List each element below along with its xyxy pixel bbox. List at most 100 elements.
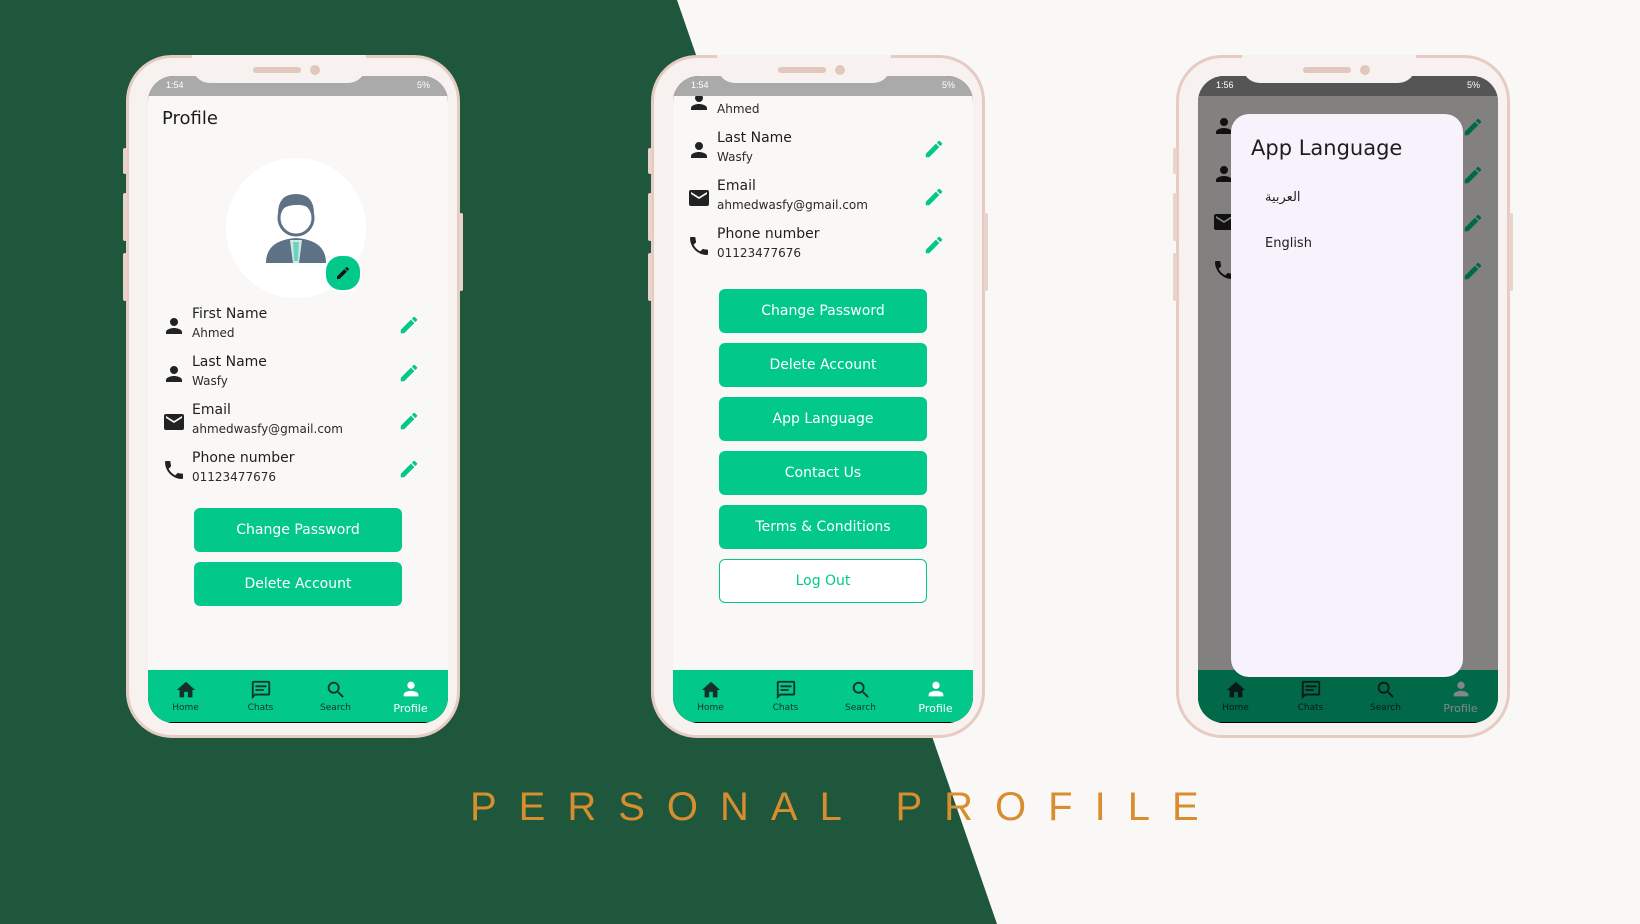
nav-label: Search	[845, 703, 876, 713]
phone-icon	[165, 461, 183, 479]
field-value: Ahmed	[192, 326, 235, 340]
system-nav-bar: ☰ ▢ ◁	[673, 722, 973, 723]
field-label: Email	[717, 178, 756, 194]
nav-label: Chats	[772, 703, 799, 713]
field-phone: Phone number 01123477676	[162, 448, 434, 492]
nav-label: Chats	[247, 703, 274, 713]
field-email: Email ahmedwasfy@gmail.com	[687, 176, 959, 220]
edit-pencil-icon[interactable]	[398, 362, 420, 384]
app-language-dialog: App Language العربية English	[1231, 114, 1463, 677]
battery-level: 5%	[416, 80, 430, 90]
phone-profile: 1:54 5% Profile First Name Ahmed Last Na…	[123, 55, 463, 738]
person-icon	[691, 142, 707, 158]
screen: 1:54 5% Profile First Name Ahmed Last Na…	[148, 76, 448, 723]
field-value: Wasfy	[192, 374, 228, 388]
nav-chats[interactable]: Chats	[748, 670, 823, 722]
battery-level: 5%	[1466, 80, 1480, 90]
search-icon	[327, 681, 344, 698]
mail-icon	[164, 414, 184, 430]
dialog-title: App Language	[1251, 136, 1403, 160]
nav-label: Home	[697, 703, 724, 713]
delete-account-button[interactable]: Delete Account	[194, 562, 402, 606]
field-value: 01123477676	[717, 246, 801, 260]
field-label: Phone number	[717, 226, 820, 242]
log-out-button[interactable]: Log Out	[719, 559, 927, 603]
nav-search[interactable]: Search	[823, 670, 898, 722]
field-last-name: Last Name Wasfy	[687, 128, 959, 172]
language-option-english[interactable]: English	[1265, 236, 1312, 251]
phone-notch	[192, 55, 366, 83]
status-time: 1:54	[691, 80, 709, 90]
person-icon	[166, 366, 182, 382]
field-last-name: Last Name Wasfy	[162, 352, 434, 396]
nav-label: Profile	[918, 701, 953, 715]
bottom-navigation: Home Chats Search Profile	[673, 670, 973, 722]
edit-pencil-icon[interactable]	[398, 314, 420, 336]
person-icon	[166, 318, 182, 334]
person-icon	[928, 681, 943, 696]
home-icon	[176, 681, 195, 698]
pencil-icon	[337, 266, 349, 279]
nav-chats[interactable]: Chats	[223, 670, 298, 722]
status-time: 1:54	[166, 80, 184, 90]
change-password-button[interactable]: Change Password	[719, 289, 927, 333]
field-label: Last Name	[717, 130, 792, 146]
field-value: 01123477676	[192, 470, 276, 484]
nav-home[interactable]: Home	[148, 670, 223, 722]
app-language-button[interactable]: App Language	[719, 397, 927, 441]
field-phone: Phone number 01123477676	[687, 224, 959, 268]
modal-scrim-nav[interactable]	[1198, 670, 1498, 722]
nav-search[interactable]: Search	[298, 670, 373, 722]
language-option-arabic[interactable]: العربية	[1265, 190, 1301, 205]
edit-pencil-icon[interactable]	[923, 138, 945, 160]
edit-pencil-icon[interactable]	[923, 186, 945, 208]
edit-pencil-icon[interactable]	[398, 410, 420, 432]
system-nav-bar: ☰ ▢ ◁	[148, 722, 448, 723]
search-icon	[852, 681, 869, 698]
edit-pencil-icon[interactable]	[923, 234, 945, 256]
field-value: ahmedwasfy@gmail.com	[192, 422, 343, 436]
change-password-button[interactable]: Change Password	[194, 508, 402, 552]
field-label: First Name	[192, 306, 268, 322]
screen: 1:56 5% Home Chats Search Profile App La…	[1198, 76, 1498, 723]
person-icon	[691, 96, 707, 110]
delete-account-button[interactable]: Delete Account	[719, 343, 927, 387]
phone-language-dialog: 1:56 5% Home Chats Search Profile App La…	[1173, 55, 1513, 738]
profile-page: Profile First Name Ahmed Last Name Wasfy…	[148, 96, 448, 670]
contact-us-button[interactable]: Contact Us	[719, 451, 927, 495]
nav-label: Profile	[393, 701, 428, 715]
nav-home[interactable]: Home	[673, 670, 748, 722]
field-label: Last Name	[192, 354, 267, 370]
screen: 1:54 5% Ahmed Last Name Wasfy Email ahme…	[673, 76, 973, 723]
phone-profile-scrolled: 1:54 5% Ahmed Last Name Wasfy Email ahme…	[648, 55, 988, 738]
phone-icon	[690, 237, 708, 255]
field-first-name: First Name Ahmed	[162, 304, 434, 348]
nav-label: Search	[320, 703, 351, 713]
bottom-navigation: Home Chats Search Profile	[148, 670, 448, 722]
nav-profile[interactable]: Profile	[373, 670, 448, 722]
nav-label: Home	[172, 703, 199, 713]
field-first-name-partial: Ahmed	[687, 96, 959, 124]
mail-icon	[689, 190, 709, 206]
field-label: Phone number	[192, 450, 295, 466]
field-email: Email ahmedwasfy@gmail.com	[162, 400, 434, 444]
field-label: Email	[192, 402, 231, 418]
nav-profile[interactable]: Profile	[898, 670, 973, 722]
field-value: ahmedwasfy@gmail.com	[717, 198, 868, 212]
system-nav-bar: ☰ ▢ ◁	[1198, 722, 1498, 723]
page-title: Profile	[162, 108, 218, 129]
person-icon	[403, 681, 418, 696]
phone-notch	[717, 55, 891, 83]
status-time: 1:56	[1216, 80, 1234, 90]
field-value: Ahmed	[717, 102, 760, 116]
battery-level: 5%	[941, 80, 955, 90]
profile-page-scrolled: Ahmed Last Name Wasfy Email ahmedwasfy@g…	[673, 96, 973, 670]
headline: PERSONAL PROFILE	[470, 785, 1221, 829]
terms-conditions-button[interactable]: Terms & Conditions	[719, 505, 927, 549]
home-icon	[701, 681, 720, 698]
edit-pencil-icon[interactable]	[398, 458, 420, 480]
phone-notch	[1242, 55, 1416, 83]
chat-icon	[776, 680, 795, 700]
edit-avatar-button[interactable]	[324, 254, 362, 292]
chat-icon	[251, 680, 270, 700]
